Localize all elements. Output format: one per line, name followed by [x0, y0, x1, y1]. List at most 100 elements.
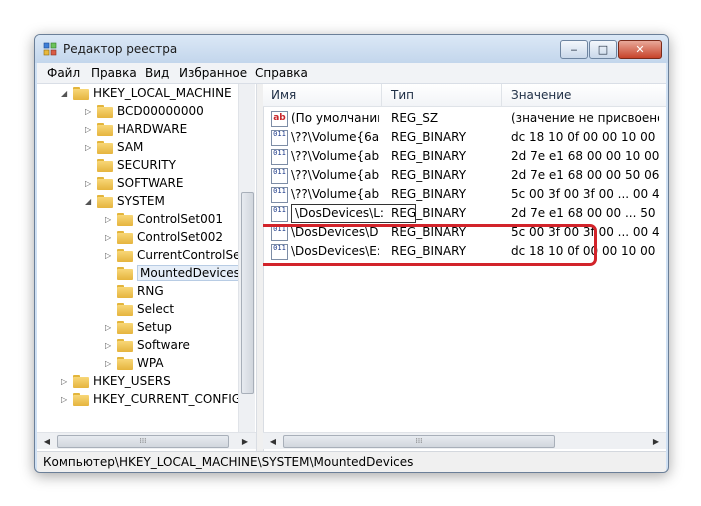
tree-item-label: HKEY_USERS — [93, 374, 171, 388]
folder-icon — [117, 302, 133, 316]
value-type: REG_BINARY — [391, 206, 467, 220]
minimize-button[interactable]: ‒ — [560, 40, 588, 59]
tree-item[interactable]: ▷ SAM — [85, 138, 143, 156]
tree-item[interactable]: ◢ SYSTEM — [85, 192, 165, 210]
tree-item-label: SYSTEM — [117, 194, 165, 208]
scroll-right-arrow-icon[interactable]: ▶ — [237, 433, 253, 449]
tree-item-label: SECURITY — [117, 158, 176, 172]
tree-item[interactable]: ▷ BCD00000000 — [85, 102, 204, 120]
tree-item-label: MountedDevices — [137, 265, 243, 281]
tree-item[interactable]: ▷ Setup — [105, 318, 172, 336]
expand-arrow-icon[interactable]: ▷ — [85, 107, 94, 116]
menu-help[interactable]: Справка — [255, 66, 308, 80]
expand-arrow-icon[interactable]: ▷ — [105, 341, 114, 350]
folder-icon — [73, 374, 89, 388]
tree-vertical-scrollbar[interactable] — [238, 84, 255, 433]
tree-item[interactable]: ▷ ControlSet001 — [105, 210, 223, 228]
expand-arrow-icon[interactable]: ▷ — [85, 125, 94, 134]
tree-item[interactable]: ▷ Software — [105, 336, 190, 354]
tree-item[interactable]: Select — [105, 300, 174, 318]
tree-scroll-thumb[interactable] — [241, 192, 254, 394]
value-data: dc 18 10 0f 00 00 10 00 00 00 00 — [511, 130, 659, 144]
scroll-left-arrow-icon[interactable]: ◀ — [265, 433, 281, 449]
value-row[interactable]: ab(По умолчанию) REG_SZ (значение не присв… — [263, 109, 666, 128]
folder-icon — [97, 104, 113, 118]
scroll-right-arrow-icon[interactable]: ▶ — [648, 433, 664, 449]
value-type: REG_BINARY — [391, 149, 467, 163]
tree-item[interactable]: ▷ HKEY_CURRENT_CONFIG — [61, 390, 241, 408]
folder-icon — [117, 248, 133, 262]
status-path: Компьютер\HKEY_LOCAL_MACHINE\SYSTEM\Moun… — [43, 455, 414, 469]
tree-item[interactable]: ▷ WPA — [105, 354, 164, 372]
tree-item-label: Software — [137, 338, 190, 352]
value-data: (значение не присвоено) — [511, 111, 659, 125]
key-tree: ◢ HKEY_LOCAL_MACHINE ▷ BCD00000000 ▷ HARDWARE… — [37, 84, 256, 452]
list-hscroll-thumb[interactable]: ⁞⁞⁞ — [283, 435, 555, 448]
collapse-arrow-icon[interactable]: ◢ — [85, 197, 94, 206]
binary-value-icon: 011 — [271, 168, 288, 184]
scroll-left-arrow-icon[interactable]: ◀ — [39, 433, 55, 449]
status-bar: Компьютер\HKEY_LOCAL_MACHINE\SYSTEM\Moun… — [37, 451, 666, 472]
column-type-header[interactable]: Тип — [391, 88, 414, 102]
menu-bar: Файл Правка Вид Избранное Справка — [37, 63, 666, 84]
close-button[interactable]: ✕ — [618, 40, 662, 59]
tree-item-label: Select — [137, 302, 175, 316]
expand-arrow-icon[interactable]: ▷ — [85, 143, 94, 152]
binary-value-icon: 011 — [271, 130, 288, 146]
tree-item[interactable]: ▷ ControlSet002 — [105, 228, 223, 246]
folder-icon — [97, 140, 113, 154]
column-value-header[interactable]: Значение — [511, 88, 571, 102]
expand-arrow-icon[interactable]: ▷ — [105, 359, 114, 368]
value-row[interactable]: 011 \DosDevices\L: REG_BINARY 2d 7e e1 68 0… — [263, 204, 666, 223]
tree-item[interactable]: ▷ HKEY_USERS — [61, 372, 171, 390]
value-name: \??\Volume{6a7... — [291, 130, 379, 144]
tree-item[interactable]: MountedDevices — [105, 264, 243, 282]
tree-item-label: BCD00000000 — [117, 104, 204, 118]
value-row[interactable]: 011\??\Volume{ab4... REG_BINARY 5c 00 3f 0… — [263, 185, 666, 204]
expand-arrow-icon[interactable]: ▷ — [61, 395, 70, 404]
expand-arrow-icon[interactable]: ▷ — [85, 179, 94, 188]
tree-item[interactable]: ◢ HKEY_LOCAL_MACHINE — [61, 84, 232, 102]
tree-item[interactable]: ▷ SOFTWARE — [85, 174, 183, 192]
client-area: ◢ HKEY_LOCAL_MACHINE ▷ BCD00000000 ▷ HARDWARE… — [37, 84, 666, 452]
menu-view[interactable]: Вид — [145, 66, 169, 80]
expand-arrow-icon[interactable]: ▷ — [105, 215, 114, 224]
value-name: \??\Volume{ab4... — [291, 149, 379, 163]
value-row[interactable]: 011\??\Volume{ab4... REG_BINARY 2d 7e e1 6… — [263, 166, 666, 185]
binary-value-icon: 011 — [271, 187, 288, 203]
value-row[interactable]: 011\??\Volume{ab4... REG_BINARY 2d 7e e1 6… — [263, 147, 666, 166]
folder-icon — [117, 266, 133, 280]
expand-arrow-icon[interactable]: ▷ — [105, 323, 114, 332]
expand-arrow-icon[interactable]: ▷ — [61, 377, 70, 386]
list-header: Имя Тип Значение — [263, 84, 666, 107]
column-name-header[interactable]: Имя — [271, 88, 296, 102]
menu-favorites[interactable]: Избранное — [179, 66, 247, 80]
expand-arrow-icon[interactable]: ▷ — [105, 233, 114, 242]
folder-icon — [97, 194, 113, 208]
window-controls: ‒ □ ✕ — [559, 40, 662, 59]
maximize-button[interactable]: □ — [589, 40, 617, 59]
tree-horizontal-scrollbar[interactable]: ◀ ⁞⁞⁞ ▶ — [37, 432, 256, 449]
tree-item[interactable]: SECURITY — [85, 156, 176, 174]
tree-item-label: ControlSet002 — [137, 230, 223, 244]
value-data: 2d 7e e1 68 00 00 10 00 00 00 00 — [511, 149, 659, 163]
list-horizontal-scrollbar[interactable]: ◀ ⁞⁞⁞ ▶ — [263, 432, 666, 449]
menu-edit[interactable]: Правка — [91, 66, 137, 80]
folder-icon — [117, 356, 133, 370]
tree-item-label: HKEY_LOCAL_MACHINE — [93, 86, 232, 100]
tree-item[interactable]: RNG — [105, 282, 164, 300]
collapse-arrow-icon[interactable]: ◢ — [61, 89, 70, 98]
value-list: Имя Тип Значение ab(По умолчанию) REG_SZ (… — [263, 84, 666, 452]
value-name: \??\Volume{ab4... — [291, 187, 379, 201]
tree-item[interactable]: ▷ HARDWARE — [85, 120, 187, 138]
tree-item[interactable]: ▷ CurrentControlSet — [105, 246, 245, 264]
title-bar[interactable]: Редактор реестра ‒ □ ✕ — [35, 35, 668, 63]
folder-icon — [117, 230, 133, 244]
tree-hscroll-thumb[interactable]: ⁞⁞⁞ — [57, 435, 229, 448]
tree-item-label: WPA — [137, 356, 164, 370]
menu-file[interactable]: Файл — [47, 66, 80, 80]
tree-item-label: SAM — [117, 140, 144, 154]
value-row[interactable]: 011\??\Volume{6a7... REG_BINARY dc 18 10 0… — [263, 128, 666, 147]
expand-arrow-icon[interactable]: ▷ — [105, 251, 114, 260]
value-data: 2d 7e e1 68 00 00 50 06 00 00 00 — [511, 168, 659, 182]
